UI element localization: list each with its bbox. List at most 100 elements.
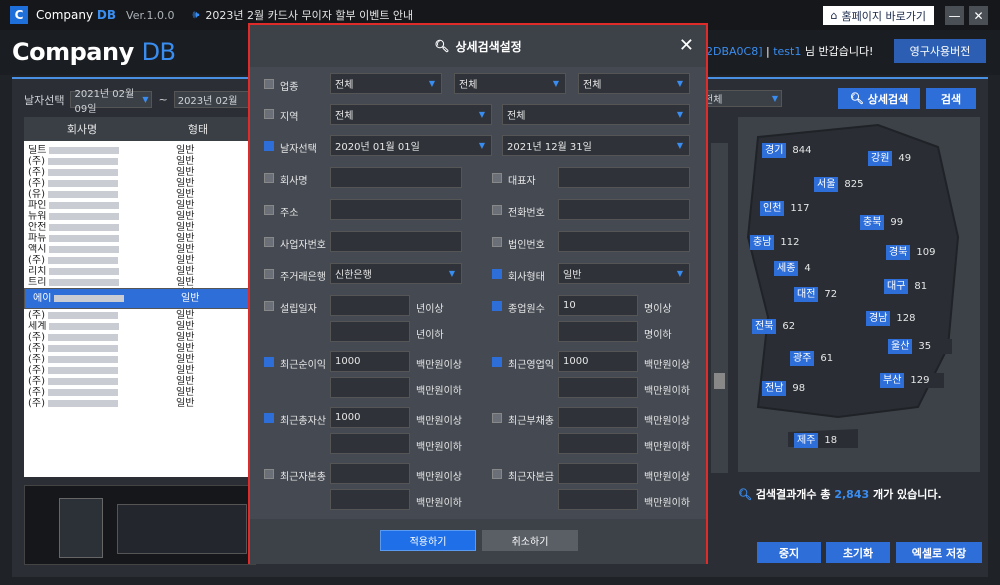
industry-select-3[interactable]: 전체 ▼: [578, 73, 690, 94]
net-income-max-input[interactable]: [330, 377, 410, 398]
date-checkbox[interactable]: [264, 141, 274, 151]
table-row[interactable]: (주) 일반: [24, 354, 256, 365]
op-income-min-input[interactable]: 1000: [558, 351, 638, 372]
table-row[interactable]: (주) 일반: [24, 365, 256, 376]
company-type-checkbox[interactable]: [492, 269, 502, 279]
biz-no-input[interactable]: [330, 231, 462, 252]
ceo-input[interactable]: [558, 167, 690, 188]
capital-min-input[interactable]: [558, 463, 638, 484]
homepage-button[interactable]: ⌂ 홈페이지 바로가기: [822, 6, 934, 25]
region-select-1[interactable]: 전체 ▼: [330, 104, 492, 125]
table-row[interactable]: (주) 일반: [24, 398, 256, 409]
phone-input[interactable]: [558, 199, 690, 220]
region-item[interactable]: 전북 62: [752, 319, 817, 334]
window-close-button[interactable]: ✕: [969, 6, 988, 25]
bank-checkbox[interactable]: [264, 269, 274, 279]
region-item[interactable]: 경북 109: [886, 245, 951, 260]
company-name-input[interactable]: [330, 167, 462, 188]
region-item[interactable]: 충남 112: [750, 235, 815, 250]
region-item[interactable]: 강원 49: [868, 151, 933, 166]
table-row[interactable]: 액시 일반: [24, 244, 256, 255]
permanent-version-button[interactable]: 영구사용버전: [894, 39, 986, 63]
minimize-button[interactable]: —: [945, 6, 964, 25]
notice[interactable]: 🕪 2023년 2월 카드사 무이자 할부 이벤트 안내: [192, 7, 413, 23]
industry-checkbox[interactable]: [264, 79, 274, 89]
table-row[interactable]: (주) 일반: [24, 343, 256, 354]
capital-total-min-input[interactable]: [330, 463, 410, 484]
stop-button[interactable]: 중지: [757, 542, 821, 563]
phone-checkbox[interactable]: [492, 205, 502, 215]
table-row[interactable]: (유) 일반: [24, 189, 256, 200]
table-row[interactable]: 에이 일반: [24, 288, 268, 309]
detail-search-button[interactable]: 🔍︎ 상세검색: [838, 88, 920, 109]
excel-export-button[interactable]: 엑셀로 저장: [896, 542, 982, 563]
table-row[interactable]: 파뉴 일반: [24, 233, 256, 244]
table-row[interactable]: (주) 일반: [24, 310, 256, 321]
scroll-thumb[interactable]: [714, 373, 725, 389]
search-button[interactable]: 검색: [926, 88, 976, 109]
table-row[interactable]: 리치 일반: [24, 266, 256, 277]
table-row[interactable]: (주) 일반: [24, 332, 256, 343]
region-item[interactable]: 인천 117: [760, 201, 825, 216]
region-item[interactable]: 대구 81: [884, 279, 949, 294]
reset-button[interactable]: 초기화: [826, 542, 890, 563]
total-assets-min-input[interactable]: 1000: [330, 407, 410, 428]
region-item[interactable]: 광주 61: [790, 351, 855, 366]
debt-min-input[interactable]: [558, 407, 638, 428]
table-row[interactable]: (주) 일반: [24, 376, 256, 387]
list-scrollbar[interactable]: [711, 143, 728, 473]
employees-min-input[interactable]: 10: [558, 295, 638, 316]
region-select-2[interactable]: 전체 ▼: [502, 104, 690, 125]
company-name-checkbox[interactable]: [264, 173, 274, 183]
filter-select[interactable]: 전체 ▼: [700, 90, 782, 107]
debt-checkbox[interactable]: [492, 413, 502, 423]
table-row[interactable]: (주) 일반: [24, 178, 256, 189]
address-input[interactable]: [330, 199, 462, 220]
net-income-checkbox[interactable]: [264, 357, 274, 367]
capital-total-checkbox[interactable]: [264, 469, 274, 479]
industry-select-1[interactable]: 전체 ▼: [330, 73, 442, 94]
capital-total-max-input[interactable]: [330, 489, 410, 510]
industry-select-2[interactable]: 전체 ▼: [454, 73, 566, 94]
region-item[interactable]: 제주 18: [794, 433, 859, 448]
debt-max-input[interactable]: [558, 433, 638, 454]
employees-max-input[interactable]: [558, 321, 638, 342]
region-item[interactable]: 경남 128: [866, 311, 931, 326]
capital-max-input[interactable]: [558, 489, 638, 510]
table-row[interactable]: (주) 일반: [24, 167, 256, 178]
region-item[interactable]: 충북 99: [860, 215, 925, 230]
region-item[interactable]: 서울 825: [814, 177, 879, 192]
founded-min-input[interactable]: [330, 295, 410, 316]
region-item[interactable]: 세종 4: [774, 261, 839, 276]
modal-date-to[interactable]: 2021년 12월 31일 ▼: [502, 135, 690, 156]
table-row[interactable]: (주) 일반: [24, 387, 256, 398]
table-row[interactable]: 뉴워 일반: [24, 211, 256, 222]
table-row[interactable]: 파인 일반: [24, 200, 256, 211]
date-to-select[interactable]: 2023년 02월: [173, 91, 256, 108]
apply-button[interactable]: 적용하기: [380, 530, 476, 551]
op-income-checkbox[interactable]: [492, 357, 502, 367]
table-row[interactable]: 세계 일반: [24, 321, 256, 332]
biz-no-checkbox[interactable]: [264, 237, 274, 247]
table-row[interactable]: (주) 일반: [24, 255, 256, 266]
region-item[interactable]: 울산 35: [888, 339, 953, 354]
table-row[interactable]: 안전 일반: [24, 222, 256, 233]
total-assets-max-input[interactable]: [330, 433, 410, 454]
ceo-checkbox[interactable]: [492, 173, 502, 183]
company-type-select[interactable]: 일반 ▼: [558, 263, 690, 284]
region-checkbox[interactable]: [264, 109, 274, 119]
corp-no-checkbox[interactable]: [492, 237, 502, 247]
region-item[interactable]: 전남 98: [762, 381, 827, 396]
bank-select[interactable]: 신한은행 ▼: [330, 263, 462, 284]
corp-no-input[interactable]: [558, 231, 690, 252]
date-from-select[interactable]: 2021년 02월 09일 ▼: [70, 89, 153, 115]
region-item[interactable]: 대전 72: [794, 287, 859, 302]
capital-checkbox[interactable]: [492, 469, 502, 479]
region-item[interactable]: 경기 844: [762, 143, 827, 158]
founded-checkbox[interactable]: [264, 301, 274, 311]
modal-close-button[interactable]: ✕: [679, 35, 694, 56]
table-row[interactable]: (주) 일반: [24, 156, 256, 167]
region-item[interactable]: 부산 129: [880, 373, 945, 388]
table-row[interactable]: 트리 일반: [24, 277, 256, 288]
employees-checkbox[interactable]: [492, 301, 502, 311]
